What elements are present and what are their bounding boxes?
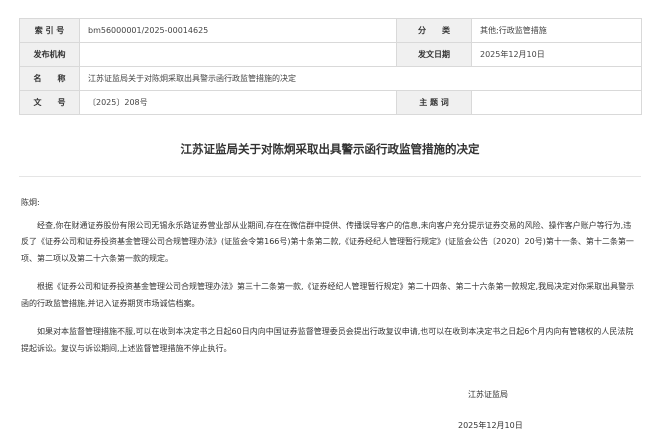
meta-row-doc-number: 文 号 〔2025〕208号 主 题 词 [19,90,642,115]
meta-value-name: 江苏证监局关于对陈炯采取出具警示函行政监管措施的决定 [79,66,642,91]
meta-value-keywords [471,90,642,115]
meta-label-category: 分 类 [396,18,472,43]
meta-label-index: 索 引 号 [19,18,80,43]
paragraph-findings: 经查,你在财通证券股份有限公司无锡永乐路证券营业部从业期间,存在在微信群中提供、… [21,220,634,263]
document-title: 江苏证监局关于对陈炯采取出具警示函行政监管措施的决定 [180,142,480,156]
title-divider [19,176,641,177]
document-metadata-table: 索 引 号 bm56000001/2025-00014625 分 类 其他;行政… [19,18,642,115]
meta-value-issue-date: 2025年12月10日 [471,42,642,67]
meta-label-doc-number: 文 号 [19,90,80,115]
signature-date: 2025年12月10日 [458,421,523,430]
document-body: 陈炯: 经查,你在财通证券股份有限公司无锡永乐路证券营业部从业期间,存在在微信群… [21,195,639,369]
signature: 江苏证监局 [468,390,508,399]
meta-label-keywords: 主 题 词 [396,90,472,115]
paragraph-decision: 根据《证券公司和证券投资基金管理公司合规管理办法》第三十二条第一款,《证券经纪人… [21,282,635,308]
meta-row-publisher: 发布机构 发文日期 2025年12月10日 [19,42,642,67]
meta-row-index: 索 引 号 bm56000001/2025-00014625 分 类 其他;行政… [19,18,642,43]
meta-value-publisher [79,42,397,67]
meta-value-index: bm56000001/2025-00014625 [79,18,397,43]
meta-row-name: 名 称 江苏证监局关于对陈炯采取出具警示函行政监管措施的决定 [19,66,642,91]
meta-label-issue-date: 发文日期 [396,42,472,67]
meta-value-category: 其他;行政监管措施 [471,18,642,43]
meta-value-doc-number: 〔2025〕208号 [79,90,397,115]
meta-label-publisher: 发布机构 [19,42,80,67]
salutation: 陈炯: [21,198,40,207]
paragraph-appeal: 如果对本监督管理措施不服,可以在收到本决定书之日起60日内向中国证券监督管理委员… [21,327,634,353]
meta-label-name: 名 称 [19,66,80,91]
